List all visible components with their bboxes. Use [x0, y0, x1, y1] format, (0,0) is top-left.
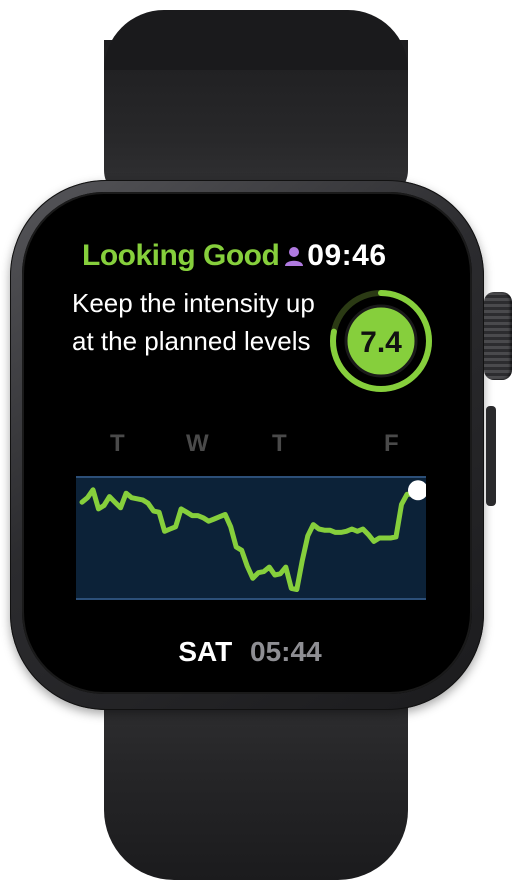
side-button[interactable] [486, 406, 496, 506]
day-label: T [272, 430, 287, 457]
session-footer: SAT 05:44 [56, 636, 444, 668]
watch-band-top [104, 0, 408, 200]
day-label: T [110, 430, 125, 457]
clock-time: 09:46 [307, 239, 387, 272]
coaching-message: Keep the intensity up at the planned lev… [72, 288, 315, 356]
intensity-chart[interactable] [76, 476, 426, 600]
watch-screen: Looking Good 09:46 Keep the intensity up… [56, 222, 444, 672]
person-icon[interactable] [283, 245, 305, 267]
footer-time: 05:44 [250, 636, 322, 667]
status-text: Looking Good [82, 239, 280, 272]
score-value: 7.4 [360, 326, 402, 359]
digital-crown[interactable] [484, 292, 512, 380]
score-ring[interactable]: 7.4 [326, 286, 436, 396]
watch-band-bottom [104, 690, 408, 880]
day-label: F [384, 430, 399, 457]
status-bar: Looking Good 09:46 [82, 238, 442, 274]
footer-day: SAT [178, 636, 233, 667]
day-axis: T W T F [74, 430, 424, 460]
day-label: W [186, 430, 209, 457]
